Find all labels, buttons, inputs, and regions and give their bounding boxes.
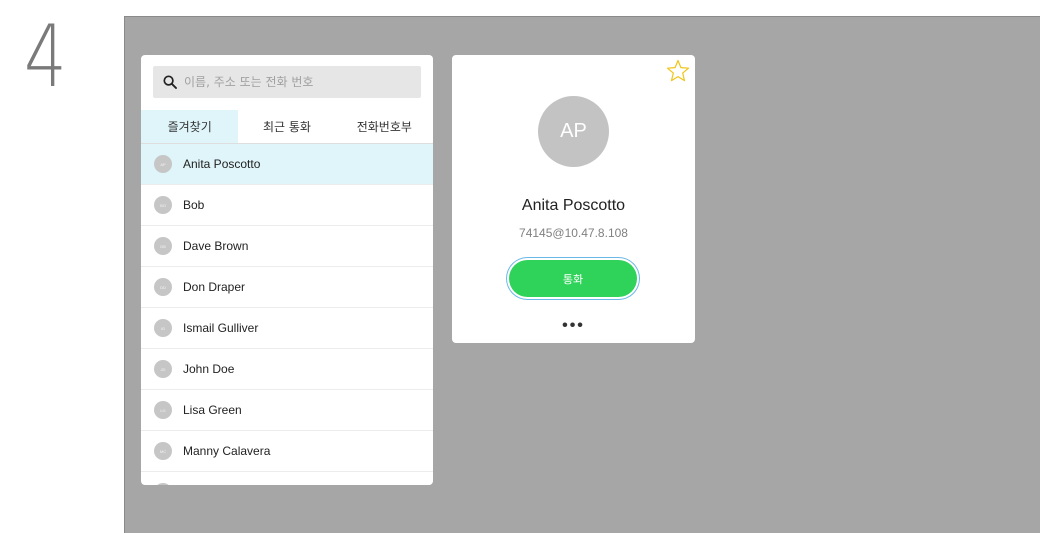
contact-name: Manny Calavera bbox=[183, 444, 271, 458]
tab-recents[interactable]: 최근 통화 bbox=[238, 110, 335, 143]
search-box[interactable] bbox=[153, 66, 421, 98]
contact-row[interactable]: IG Ismail Gulliver bbox=[141, 308, 433, 349]
tab-favorites[interactable]: 즐겨찾기 bbox=[141, 110, 239, 143]
contact-name: Ismail Gulliver bbox=[183, 321, 259, 335]
contact-row-partial[interactable] bbox=[141, 472, 433, 485]
avatar: DB bbox=[154, 237, 172, 255]
avatar bbox=[154, 483, 172, 485]
tab-directory[interactable]: 전화번호부 bbox=[336, 110, 433, 143]
contact-name: Don Draper bbox=[183, 280, 246, 294]
avatar: BO bbox=[154, 196, 172, 214]
contact-row[interactable]: BO Bob bbox=[141, 185, 433, 226]
search-input[interactable] bbox=[182, 74, 406, 90]
contact-name: Dave Brown bbox=[183, 239, 249, 253]
avatar: IG bbox=[154, 319, 172, 337]
search-icon bbox=[163, 75, 177, 89]
contact-row[interactable]: DB Dave Brown bbox=[141, 226, 433, 267]
contact-row[interactable]: AP Anita Poscotto bbox=[141, 144, 433, 185]
contact-name: John Doe bbox=[183, 362, 235, 376]
call-button[interactable]: 통화 bbox=[509, 260, 637, 297]
contact-detail-card: AP Anita Poscotto 74145@10.47.8.108 통화 •… bbox=[452, 55, 695, 343]
avatar: MC bbox=[154, 442, 172, 460]
contact-row[interactable]: MC Manny Calavera bbox=[141, 431, 433, 472]
avatar: AP bbox=[154, 155, 172, 173]
contact-list: AP Anita Poscotto BO Bob DB Dave Brown D… bbox=[141, 144, 433, 485]
star-icon[interactable] bbox=[666, 59, 690, 83]
contact-detail-name: Anita Poscotto bbox=[521, 197, 626, 214]
avatar: LG bbox=[154, 401, 172, 419]
contact-name: Bob bbox=[183, 198, 205, 212]
contacts-panel: 즐겨찾기 최근 통화 전화번호부 AP Anita Poscotto BO Bo… bbox=[141, 55, 433, 485]
avatar: DD bbox=[154, 278, 172, 296]
avatar: JD bbox=[154, 360, 172, 378]
contact-detail-address: 74145@10.47.8.108 bbox=[519, 226, 628, 240]
contact-avatar: AP bbox=[538, 96, 609, 167]
tab-bar: 즐겨찾기 최근 통화 전화번호부 bbox=[141, 110, 433, 144]
more-options-button[interactable]: ••• bbox=[452, 317, 695, 335]
contact-row[interactable]: LG Lisa Green bbox=[141, 390, 433, 431]
contact-name: Lisa Green bbox=[183, 403, 242, 417]
contact-row[interactable]: DD Don Draper bbox=[141, 267, 433, 308]
contact-row[interactable]: JD John Doe bbox=[141, 349, 433, 390]
step-number: 4 bbox=[24, 7, 67, 107]
contact-name: Anita Poscotto bbox=[183, 157, 261, 171]
